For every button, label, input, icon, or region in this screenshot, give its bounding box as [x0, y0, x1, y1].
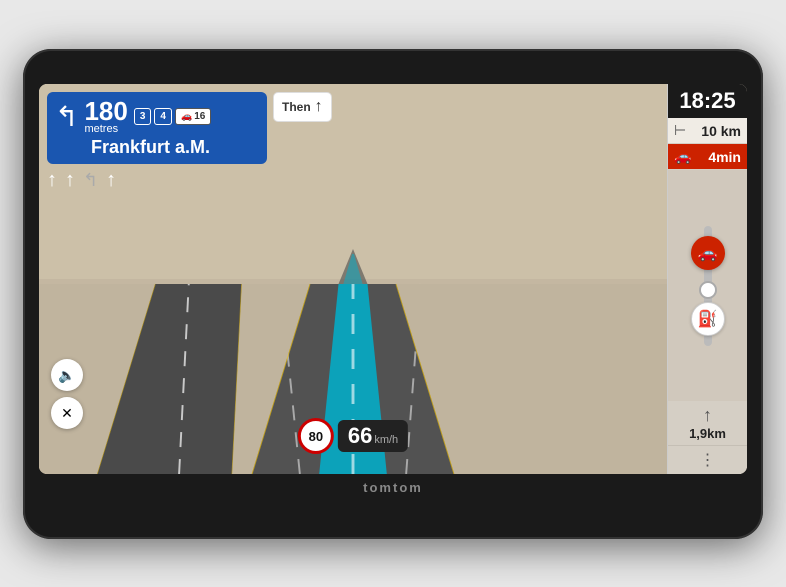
road-badges: 3 4 🚗 16 [134, 108, 211, 125]
close-button[interactable]: ✕ [51, 397, 83, 429]
bottom-controls: 🔈 ✕ [51, 359, 83, 429]
road-badge-4: 4 [154, 108, 172, 125]
compass-icon: ↑ [703, 405, 712, 426]
speed-limit-sign: 80 [298, 418, 334, 454]
time-panel: 18:25 [668, 84, 747, 118]
traffic-bar: 🚗 ⛽ [668, 170, 747, 401]
distance-number: 180 [84, 98, 127, 124]
more-icon: ⋮ [700, 452, 716, 469]
nearby-distance-panel: ↑ 1,9km [668, 401, 747, 445]
speed-display: 80 66 km/h [298, 418, 408, 454]
eta-row: 🚗 4min [668, 144, 747, 170]
lane-arrow-2: ↑ [65, 169, 75, 192]
speed-sign-icon: 🚗 [181, 111, 192, 122]
device-screen: ↰ 180 metres 3 4 🚗 16 [39, 84, 747, 474]
turn-instruction-box: ↰ 180 metres 3 4 🚗 16 [47, 92, 267, 164]
speed-number: 66 [348, 423, 372, 449]
traffic-car-red: 🚗 [691, 236, 725, 270]
brand-label: tomtom [363, 480, 423, 495]
gps-device: ↰ 180 metres 3 4 🚗 16 [23, 49, 763, 539]
distance-unit: metres [84, 124, 127, 135]
navigation-overlay: ↰ 180 metres 3 4 🚗 16 [47, 92, 667, 164]
distance-row: ⊢ 10 km [668, 118, 747, 144]
speed-badge-value: 16 [194, 111, 205, 122]
current-speed-display: 66 km/h [338, 420, 408, 452]
nearby-distance-value: 1,9km [689, 426, 726, 441]
turn-arrow-icon: ↰ [55, 103, 78, 131]
destination-name: Frankfurt a.M. [55, 137, 259, 158]
traffic-track: 🚗 ⛽ [704, 226, 712, 346]
right-sidebar: 18:25 ⊢ 10 km 🚗 4min 🚗 [667, 84, 747, 474]
close-icon: ✕ [61, 405, 73, 422]
lane-arrow-3: ↰ [83, 170, 98, 191]
lane-guidance: ↑ ↑ ↰ ↑ [47, 169, 116, 192]
mute-button[interactable]: 🔈 [51, 359, 83, 391]
mute-icon: 🔈 [58, 367, 75, 384]
turn-distance: 180 metres [84, 98, 127, 135]
map-area[interactable]: ↰ 180 metres 3 4 🚗 16 [39, 84, 667, 474]
then-label: Then [282, 100, 311, 114]
car-icon: 🚗 [674, 148, 691, 165]
speed-limit-value: 80 [309, 429, 323, 444]
clock-display: 18:25 [676, 90, 739, 112]
traffic-dot [699, 281, 717, 299]
eta-value: 4min [695, 149, 741, 165]
then-box: Then ↑ [273, 92, 332, 122]
gas-station-icon: ⛽ [691, 302, 725, 336]
distance-icon: ⊢ [674, 122, 686, 139]
lane-arrow-4: ↑ [106, 169, 116, 192]
speed-unit: km/h [374, 434, 398, 446]
road-badge-3: 3 [134, 108, 152, 125]
road-badge-speed: 🚗 16 [175, 108, 211, 125]
then-arrow-icon: ↑ [315, 98, 323, 116]
lane-arrow-1: ↑ [47, 169, 57, 192]
more-button[interactable]: ⋮ [668, 445, 747, 474]
distance-value: 10 km [690, 123, 741, 139]
